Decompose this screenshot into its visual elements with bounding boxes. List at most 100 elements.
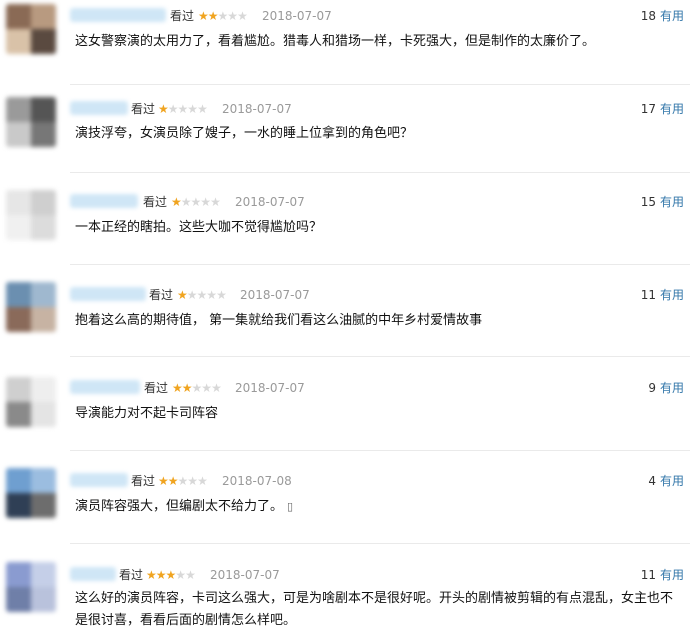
useful-button[interactable]: 有用 <box>660 9 684 23</box>
useful-button[interactable]: 有用 <box>660 568 684 582</box>
star-empty-icon: ★ <box>185 568 196 582</box>
vote-count: 18 有用 <box>641 8 684 24</box>
vote-number: 9 <box>648 381 656 395</box>
star-filled-icon: ★ <box>207 9 219 23</box>
divider <box>70 356 690 357</box>
divider <box>70 450 690 451</box>
avatar[interactable] <box>6 4 56 54</box>
vote-count: 15 有用 <box>641 194 684 210</box>
star-filled-icon: ★ <box>158 102 169 116</box>
star-empty-icon: ★ <box>210 195 221 209</box>
star-filled-icon: ★ <box>181 381 193 395</box>
avatar[interactable] <box>6 468 56 518</box>
star-empty-icon: ★ <box>177 474 189 488</box>
watched-label: 看过 <box>131 474 156 488</box>
vote-count: 9 有用 <box>648 380 684 396</box>
mobile-icon: ▯ <box>287 500 294 513</box>
username-link[interactable] <box>70 380 140 394</box>
review-text: 演员阵容强大，但编剧太不给力了。 ▯ <box>75 496 682 518</box>
username-link[interactable] <box>70 8 166 22</box>
star-empty-icon: ★ <box>177 102 189 116</box>
star-filled-icon: ★ <box>172 381 183 395</box>
star-empty-icon: ★ <box>217 9 229 23</box>
rating-stars: ★★★★★ <box>171 194 221 210</box>
vote-number: 17 <box>640 102 656 116</box>
rating-stars: ★★★★★ <box>158 473 208 489</box>
useful-button[interactable]: 有用 <box>660 381 684 395</box>
star-empty-icon: ★ <box>227 9 238 23</box>
review-text: 演技浮夸，女演员除了嫂子，一水的睡上位拿到的角色吧？ <box>75 126 414 141</box>
review-text: 一本正经的瞎拍。这些大咖不觉得尴尬吗？ <box>75 220 323 235</box>
review-date: 2018-07-07 <box>240 288 310 302</box>
review-item: 看过 ★★★★★ 2018-07-08 4 有用 演员阵容强大，但编剧太不给力了。… <box>0 465 690 555</box>
rating-stars: ★★★★★ <box>172 380 222 396</box>
review-date: 2018-07-07 <box>210 568 280 582</box>
star-filled-icon: ★ <box>198 9 209 23</box>
star-empty-icon: ★ <box>216 288 227 302</box>
star-filled-icon: ★ <box>155 568 167 582</box>
avatar[interactable] <box>6 190 56 240</box>
avatar[interactable] <box>6 562 56 612</box>
review-text: 这么好的演员阵容，卡司这么强大，可是为啥剧本不是很好呢。开头的剧情被剪辑的有点混… <box>75 591 674 628</box>
useful-button[interactable]: 有用 <box>660 195 684 209</box>
review-item: 看过 ★★★★★ 2018-07-07 15 有用 一本正经的瞎拍。这些大咖不觉得… <box>0 186 690 276</box>
username-link[interactable] <box>70 473 128 487</box>
star-empty-icon: ★ <box>187 102 198 116</box>
review-item: 看过 ★★★★★ 2018-07-07 18 有用 这女警察演的太用力了，看着尴尬… <box>0 0 690 90</box>
username-link[interactable] <box>70 287 146 301</box>
watched-label: 看过 <box>131 102 156 116</box>
star-empty-icon: ★ <box>167 102 179 116</box>
watched-label: 看过 <box>144 381 169 395</box>
star-empty-icon: ★ <box>196 288 208 302</box>
star-empty-icon: ★ <box>190 195 202 209</box>
rating-stars: ★★★★★ <box>158 101 208 117</box>
review-item: 看过 ★★★★★ 2018-07-07 17 有用 演技浮夸，女演员除了嫂子，一水… <box>0 92 690 182</box>
star-empty-icon: ★ <box>206 288 217 302</box>
useful-button[interactable]: 有用 <box>660 102 684 116</box>
review-text: 抱着这么高的期待值， 第一集就给我们看这么油腻的中年乡村爱情故事 <box>75 313 483 328</box>
star-filled-icon: ★ <box>167 474 179 488</box>
star-filled-icon: ★ <box>165 568 177 582</box>
useful-button[interactable]: 有用 <box>660 474 684 488</box>
divider <box>70 543 690 544</box>
watched-label: 看过 <box>119 568 144 582</box>
rating-stars: ★★★★★ <box>146 567 196 583</box>
divider <box>70 172 690 173</box>
review-text: 导演能力对不起卡司阵容 <box>75 406 219 421</box>
star-empty-icon: ★ <box>211 381 222 395</box>
star-empty-icon: ★ <box>201 381 212 395</box>
star-filled-icon: ★ <box>171 195 182 209</box>
star-empty-icon: ★ <box>187 474 198 488</box>
review-date: 2018-07-08 <box>222 474 292 488</box>
review-item: 看过 ★★★★★ 2018-07-07 11 有用 这么好的演员阵容，卡司这么强大… <box>0 559 690 633</box>
star-empty-icon: ★ <box>197 474 208 488</box>
watched-label: 看过 <box>143 195 168 209</box>
vote-number: 4 <box>648 474 656 488</box>
divider <box>70 264 690 265</box>
vote-count: 17 有用 <box>641 101 684 117</box>
review-text-body: 演员阵容强大，但编剧太不给力了。 <box>75 499 284 514</box>
username-link[interactable] <box>70 194 138 208</box>
username-link[interactable] <box>70 101 128 115</box>
review-date: 2018-07-07 <box>262 9 332 23</box>
star-filled-icon: ★ <box>177 288 188 302</box>
username-link[interactable] <box>70 567 116 581</box>
review-date: 2018-07-07 <box>235 195 305 209</box>
vote-number: 18 <box>640 9 656 23</box>
star-empty-icon: ★ <box>197 102 208 116</box>
avatar[interactable] <box>6 282 56 332</box>
star-empty-icon: ★ <box>175 568 186 582</box>
useful-button[interactable]: 有用 <box>660 288 684 302</box>
review-text: 这女警察演的太用力了，看着尴尬。猎毒人和猎场一样，卡死强大，但是制作的太廉价了。 <box>75 34 596 49</box>
star-empty-icon: ★ <box>186 288 198 302</box>
avatar[interactable] <box>6 97 56 147</box>
vote-count: 11 有用 <box>641 287 684 303</box>
vote-count: 11 有用 <box>641 567 684 583</box>
avatar[interactable] <box>6 377 56 427</box>
vote-number: 15 <box>640 195 656 209</box>
star-empty-icon: ★ <box>180 195 192 209</box>
vote-number: 11 <box>640 568 656 582</box>
review-date: 2018-07-07 <box>235 381 305 395</box>
review-item: 看过 ★★★★★ 2018-07-07 9 有用 导演能力对不起卡司阵容 <box>0 372 690 462</box>
watched-label: 看过 <box>170 9 195 23</box>
